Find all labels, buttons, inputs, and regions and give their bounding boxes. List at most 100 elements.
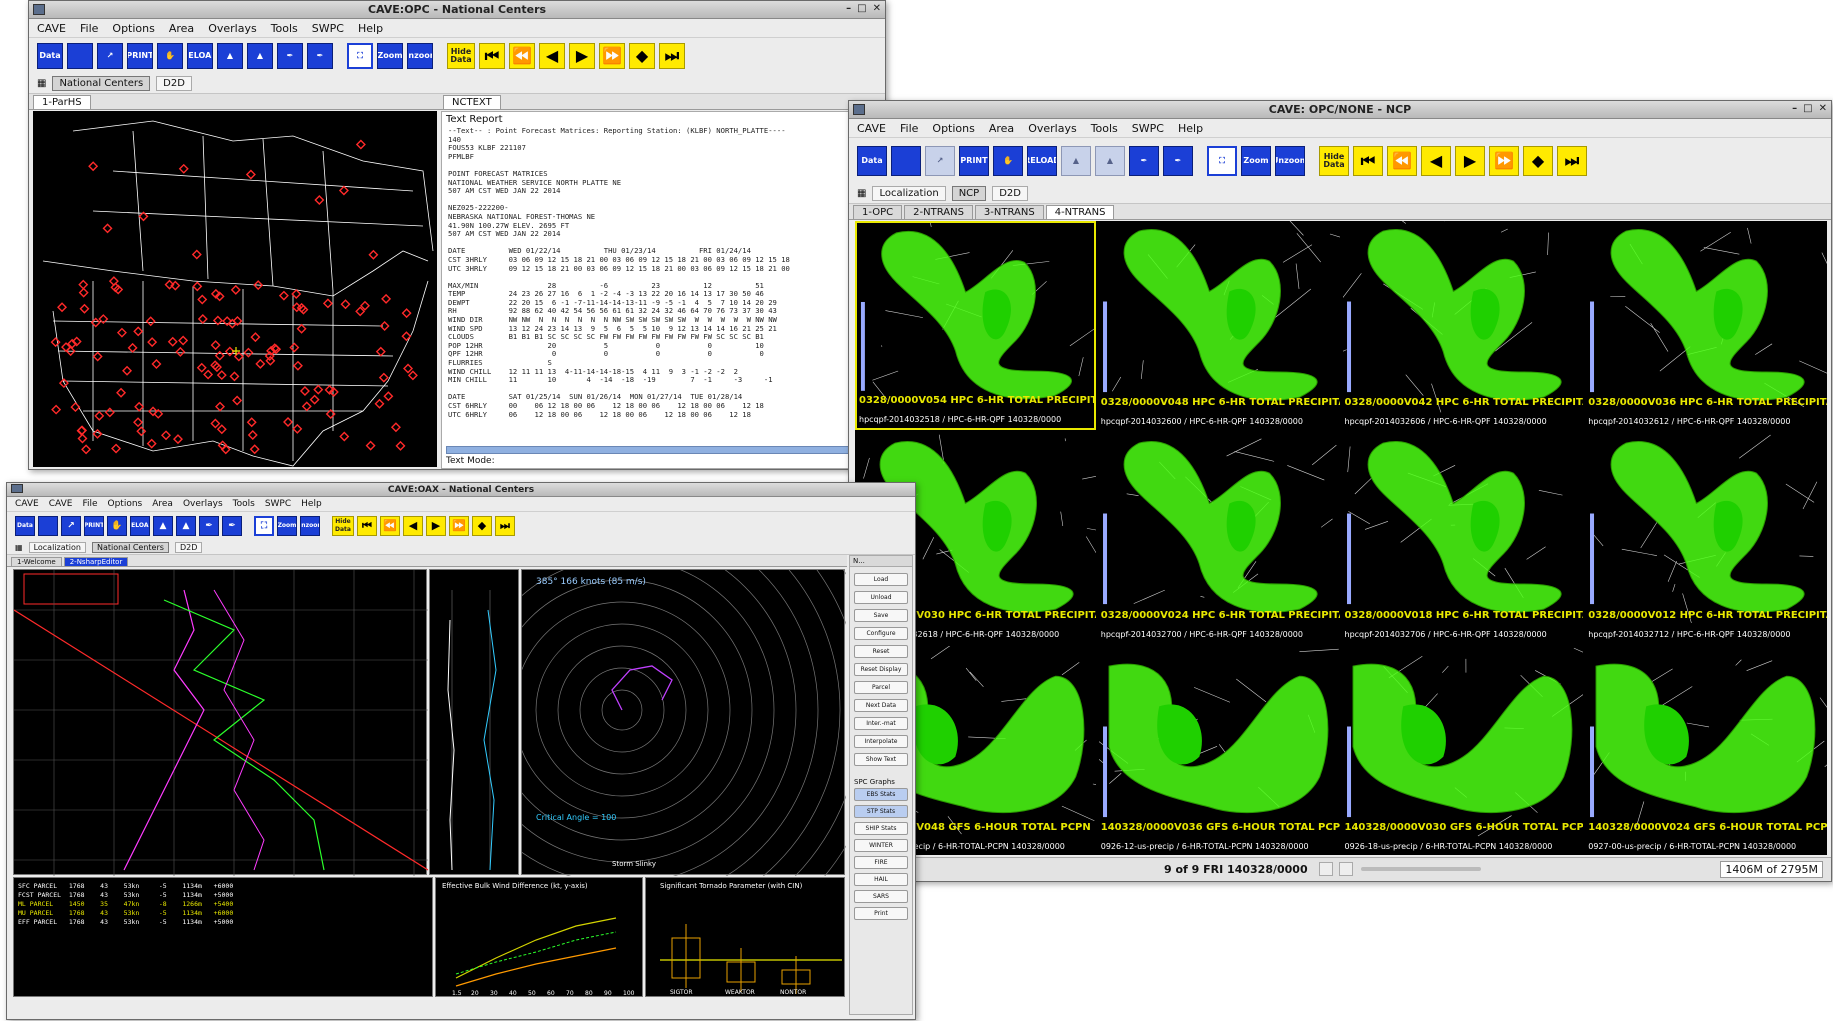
- draw-button[interactable]: ✒: [277, 43, 303, 69]
- prev-frame-icon[interactable]: ◀: [539, 43, 565, 69]
- menu-overlays[interactable]: Overlays: [208, 22, 257, 35]
- map2-button[interactable]: ▲: [1095, 146, 1125, 176]
- clear-button[interactable]: [67, 43, 93, 69]
- menu-options[interactable]: Options: [932, 122, 974, 135]
- last-frame-icon[interactable]: ⏭: [659, 43, 685, 69]
- spc-graph-button[interactable]: SARS: [854, 890, 908, 903]
- hide-data-button[interactable]: Hide Data: [332, 516, 354, 536]
- nsharp-button[interactable]: Interpolate: [854, 735, 908, 748]
- fullscreen-button[interactable]: ⛶: [254, 516, 274, 536]
- menu-swpc[interactable]: SWPC: [265, 499, 291, 509]
- perspective-d2d[interactable]: D2D: [174, 541, 203, 553]
- frame-prev-icon[interactable]: [1319, 862, 1333, 876]
- menu-area[interactable]: Area: [169, 22, 194, 35]
- print-button[interactable]: PRINT: [959, 146, 989, 176]
- map-button[interactable]: ▲: [1061, 146, 1091, 176]
- menu-swpc[interactable]: SWPC: [1132, 122, 1164, 135]
- rock-icon[interactable]: ◆: [1523, 146, 1553, 176]
- perspective-localization[interactable]: Localization: [28, 541, 86, 553]
- step-forward-icon[interactable]: ⏩: [599, 43, 625, 69]
- text-scrollbar[interactable]: [446, 446, 876, 454]
- perspective-icon[interactable]: ▦: [37, 78, 46, 89]
- rock-icon[interactable]: ◆: [629, 43, 655, 69]
- first-frame-icon[interactable]: ⏮: [357, 516, 377, 536]
- precip-panel[interactable]: 0328/0000V048 HPC 6-HR TOTAL PRECIPITAT h…: [1098, 221, 1340, 431]
- data-button[interactable]: Data: [857, 146, 887, 176]
- map-button[interactable]: ▲: [153, 516, 173, 536]
- wind-profile-panel[interactable]: [429, 569, 519, 875]
- menu-help[interactable]: Help: [358, 22, 383, 35]
- menu-options[interactable]: Options: [108, 499, 143, 509]
- spc-graph-button[interactable]: WINTER: [854, 839, 908, 852]
- hide-data-button[interactable]: Hide Data: [1319, 146, 1349, 176]
- frame-slider[interactable]: [1361, 867, 1481, 871]
- step-forward-icon[interactable]: ⏩: [1489, 146, 1519, 176]
- zoom-button[interactable]: Zoom: [1241, 146, 1271, 176]
- first-frame-icon[interactable]: ⏮: [479, 43, 505, 69]
- menu-tools[interactable]: Tools: [271, 22, 298, 35]
- play-icon[interactable]: ▶: [1455, 146, 1485, 176]
- data-button[interactable]: Data: [15, 516, 35, 536]
- tab-4-ntrans[interactable]: 4-NTRANS: [1045, 205, 1115, 219]
- na-map-panel[interactable]: [33, 111, 437, 467]
- map-button[interactable]: ▲: [217, 43, 243, 69]
- nsharp-button[interactable]: Next Data: [854, 699, 908, 712]
- last-frame-icon[interactable]: ⏭: [495, 516, 515, 536]
- hand-button[interactable]: ✋: [993, 146, 1023, 176]
- spc-graph-button[interactable]: STP Stats: [854, 805, 908, 818]
- menu-cave-1[interactable]: CAVE: [15, 499, 39, 509]
- precip-panel[interactable]: 0328/0000V036 HPC 6-HR TOTAL PRECIPITAT h…: [1586, 221, 1827, 431]
- play-icon[interactable]: ▶: [569, 43, 595, 69]
- precip-panel[interactable]: 0328/0000V042 HPC 6-HR TOTAL PRECIPITAT h…: [1342, 221, 1584, 431]
- menu-help[interactable]: Help: [1178, 122, 1203, 135]
- prev-frame-icon[interactable]: ◀: [1421, 146, 1451, 176]
- tab-welcome[interactable]: 1-Welcome: [11, 557, 62, 566]
- hide-data-button[interactable]: Hide Data: [447, 43, 475, 69]
- rock-icon[interactable]: ◆: [472, 516, 492, 536]
- title-bar[interactable]: CAVE:OPC - National Centers – □ ✕: [29, 1, 885, 19]
- perspective-localization[interactable]: Localization: [872, 186, 946, 201]
- pan-button[interactable]: ↗: [925, 146, 955, 176]
- reload-button[interactable]: RELOAD: [187, 43, 213, 69]
- zoom-button[interactable]: Zoom: [277, 516, 297, 536]
- pan-button[interactable]: ↗: [97, 43, 123, 69]
- nsharp-button[interactable]: Unload: [854, 591, 908, 604]
- menu-options[interactable]: Options: [112, 22, 154, 35]
- menu-swpc[interactable]: SWPC: [312, 22, 344, 35]
- menu-overlays[interactable]: Overlays: [183, 499, 223, 509]
- zoom-button[interactable]: Zoom: [377, 43, 403, 69]
- tab-nsharp-editor[interactable]: 2-NsharpEditor: [63, 557, 129, 566]
- menu-cave[interactable]: CAVE: [37, 22, 66, 35]
- nsharp-button[interactable]: Reset: [854, 645, 908, 658]
- frame-next-icon[interactable]: [1339, 862, 1353, 876]
- precip-panel[interactable]: 140328/0000V036 GFS 6-HOUR TOTAL PCPN 092…: [1098, 645, 1340, 855]
- close-icon[interactable]: ✕: [873, 3, 881, 14]
- perspective-ncp[interactable]: NCP: [951, 186, 987, 201]
- side-panel-tab[interactable]: N...: [850, 556, 912, 567]
- step-back-icon[interactable]: ⏪: [380, 516, 400, 536]
- perspective-icon[interactable]: ▦: [15, 543, 23, 552]
- tab-parhs[interactable]: 1-ParHS: [33, 95, 91, 109]
- map2-button[interactable]: ▲: [247, 43, 273, 69]
- maximize-icon[interactable]: □: [857, 3, 866, 14]
- spc-graph-button[interactable]: SHIP Stats: [854, 822, 908, 835]
- fullscreen-button[interactable]: ⛶: [1207, 146, 1237, 176]
- draw-button[interactable]: ✒: [1129, 146, 1159, 176]
- menu-overlays[interactable]: Overlays: [1028, 122, 1077, 135]
- nsharp-button[interactable]: Configure: [854, 627, 908, 640]
- precip-panel[interactable]: 140328/0000V024 GFS 6-HOUR TOTAL PCPN 092…: [1586, 645, 1827, 855]
- tab-nctext[interactable]: NCTEXT: [443, 95, 501, 109]
- draw2-button[interactable]: ✒: [1163, 146, 1193, 176]
- reload-button[interactable]: RELOAD: [130, 516, 150, 536]
- tab-1-opc[interactable]: 1-OPC: [853, 205, 903, 219]
- spc-graph-button[interactable]: FIRE: [854, 856, 908, 869]
- nsharp-button[interactable]: Load: [854, 573, 908, 586]
- skewt-panel[interactable]: [13, 569, 429, 876]
- nsharp-button[interactable]: Save: [854, 609, 908, 622]
- unzoom-button[interactable]: Unzoom: [407, 43, 433, 69]
- menu-area[interactable]: Area: [989, 122, 1014, 135]
- step-forward-icon[interactable]: ⏩: [449, 516, 469, 536]
- nsharp-button[interactable]: Show Text: [854, 753, 908, 766]
- menu-file[interactable]: File: [80, 22, 98, 35]
- clear-button[interactable]: [891, 146, 921, 176]
